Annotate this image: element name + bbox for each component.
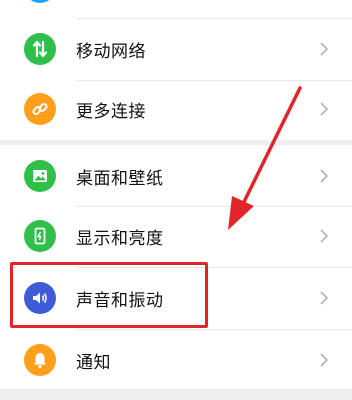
settings-item-label: 桌面和壁纸 — [76, 168, 164, 189]
mobile-data-icon — [24, 33, 56, 65]
chevron-right-icon — [320, 169, 329, 183]
chevron-right-icon — [320, 102, 329, 116]
settings-item-label: 更多连接 — [76, 101, 146, 122]
settings-item-display-brightness[interactable]: 显示和亮度 — [0, 205, 352, 267]
display-brightness-icon — [24, 220, 56, 252]
link-icon — [24, 93, 56, 125]
settings-item-label: 声音和振动 — [76, 290, 164, 311]
settings-item-more-connections[interactable]: 更多连接 — [0, 78, 352, 140]
settings-item-wallpaper[interactable]: 桌面和壁纸 — [0, 145, 352, 207]
settings-item-label: 移动网络 — [76, 41, 146, 62]
sound-icon — [24, 282, 56, 314]
settings-group-display: 桌面和壁纸 显示和亮度 声音和振动 通知 — [0, 145, 352, 389]
settings-item-mobile-network[interactable]: 移动网络 — [0, 18, 352, 80]
settings-group-connections: 移动网络 更多连接 — [0, 0, 352, 140]
wallpaper-icon — [24, 160, 56, 192]
chevron-right-icon — [320, 291, 329, 305]
settings-screen: 移动网络 更多连接 桌面和壁纸 显示和亮度 声音和振动 通知 — [0, 0, 352, 400]
settings-item-label: 显示和亮度 — [76, 228, 164, 249]
settings-item-partial[interactable] — [0, 0, 352, 18]
partial-icon — [24, 0, 56, 3]
chevron-right-icon — [320, 353, 329, 367]
chevron-right-icon — [320, 42, 329, 56]
settings-item-label: 通知 — [76, 352, 111, 373]
bell-icon — [24, 344, 56, 376]
settings-item-notifications[interactable]: 通知 — [0, 329, 352, 391]
settings-item-sound-vibration[interactable]: 声音和振动 — [0, 267, 352, 329]
chevron-right-icon — [320, 229, 329, 243]
